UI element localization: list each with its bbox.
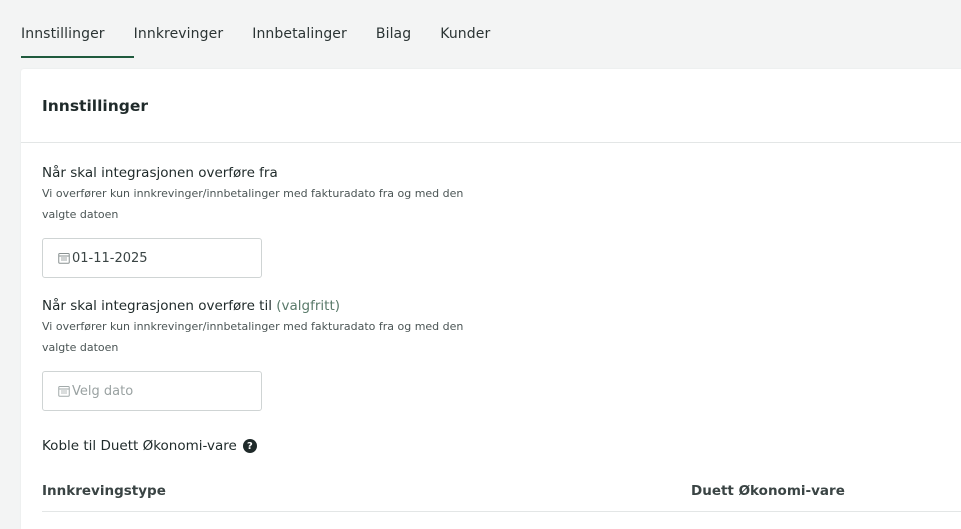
link-section-text: Koble til Duett Økonomi-vare xyxy=(42,438,237,454)
to-date-input[interactable]: Velg dato xyxy=(42,371,262,411)
to-date-placeholder: Velg dato xyxy=(72,383,134,399)
from-date-field: Når skal integrasjonen overføre fra Vi o… xyxy=(42,165,492,225)
from-date-value: 01-11-2025 xyxy=(72,250,148,266)
card-title: Innstillinger xyxy=(42,96,149,115)
calendar-icon xyxy=(58,253,70,264)
to-date-label-text: Når skal integrasjonen overføre til xyxy=(42,298,272,314)
tab-innkrevinger[interactable]: Innkrevinger xyxy=(134,0,224,58)
from-date-input[interactable]: 01-11-2025 xyxy=(42,238,262,278)
table-header-divider xyxy=(42,511,961,512)
to-date-field: Når skal integrasjonen overføre til (val… xyxy=(42,298,492,358)
tab-bilag[interactable]: Bilag xyxy=(376,0,411,58)
to-date-help: Vi overfører kun innkrevinger/innbetalin… xyxy=(42,320,464,354)
calendar-icon xyxy=(58,386,70,397)
tab-innstillinger[interactable]: Innstillinger xyxy=(21,0,134,58)
settings-card: Innstillinger Når skal integrasjonen ove… xyxy=(21,69,961,529)
from-date-help: Vi overfører kun innkrevinger/innbetalin… xyxy=(42,187,464,221)
from-date-label: Når skal integrasjonen overføre fra xyxy=(42,165,278,181)
to-date-label: Når skal integrasjonen overføre til (val… xyxy=(42,298,492,314)
question-icon[interactable]: ? xyxy=(242,439,257,453)
tab-innbetalinger[interactable]: Innbetalinger xyxy=(252,0,347,58)
tab-kunder[interactable]: Kunder xyxy=(440,0,490,58)
to-date-optional: (valgfritt) xyxy=(276,298,341,314)
card-header: Innstillinger xyxy=(21,69,961,143)
column-header-innkrevingstype: Innkrevingstype xyxy=(42,483,166,499)
column-header-duett-vare: Duett Økonomi-vare xyxy=(691,483,845,499)
link-section-label: Koble til Duett Økonomi-vare ? xyxy=(42,438,257,454)
tab-bar: Innstillinger Innkrevinger Innbetalinger… xyxy=(21,0,519,58)
